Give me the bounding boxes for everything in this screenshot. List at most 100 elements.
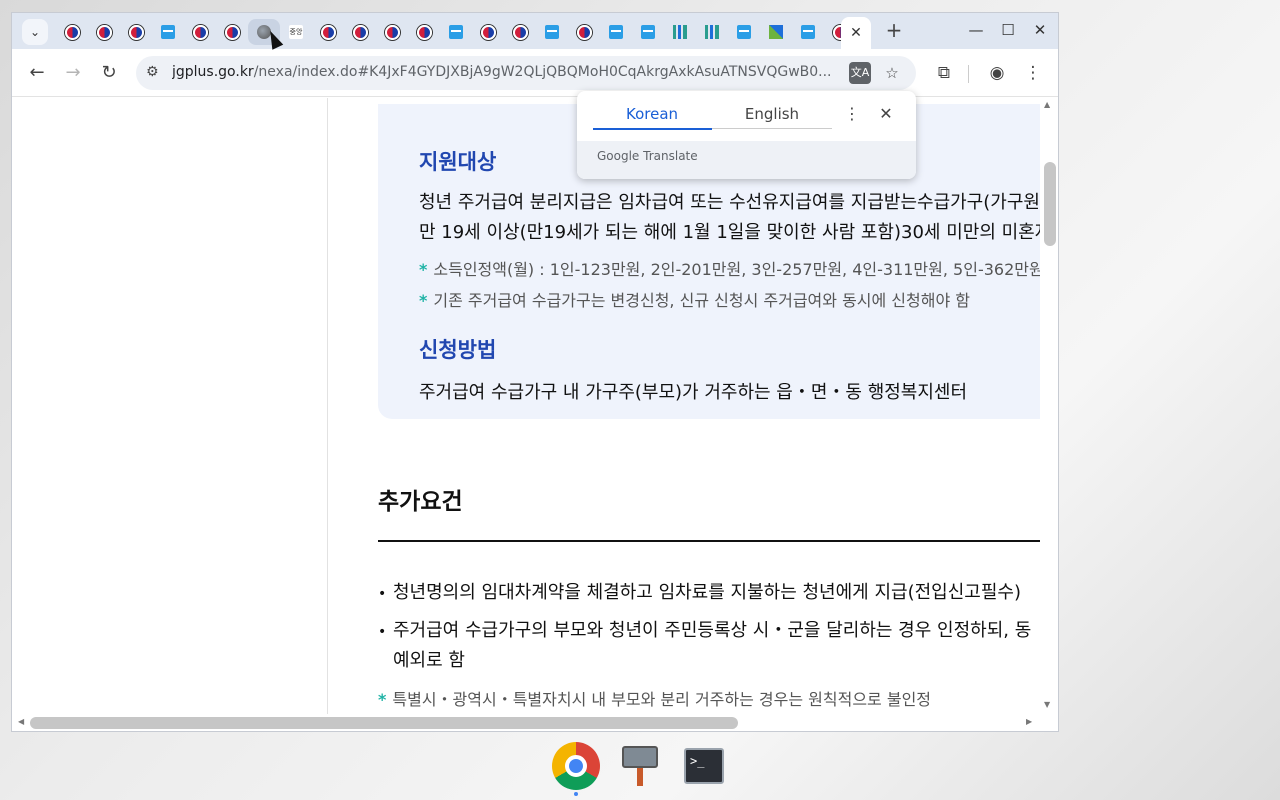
browser-toolbar: ← → ↻ ⚙ jgplus.go.kr/nexa/index.do#K4JxF… bbox=[12, 49, 1058, 97]
menu-kebab-icon[interactable]: ⋮ bbox=[1021, 61, 1045, 85]
toolbar-separator bbox=[968, 65, 969, 83]
support-target-line1: 청년 주거급여 분리지급은 임차급여 또는 수선유지급여를 지급받는수급가구(가… bbox=[419, 192, 1040, 213]
taskbar-signpost-app[interactable] bbox=[612, 738, 668, 794]
tab-2[interactable] bbox=[120, 19, 152, 45]
url-text[interactable]: jgplus.go.kr/nexa/index.do#K4JxF4GYDJXBj… bbox=[172, 64, 842, 80]
scroll-right-arrow-icon[interactable]: ▶ bbox=[1026, 717, 1032, 726]
kr-favicon-icon bbox=[576, 24, 592, 40]
extra-bullet-2: • 주거급여 수급가구의 부모와 청년이 주민등록상 시・군을 달리하는 경우 인… bbox=[378, 620, 1032, 641]
taskbar-chrome[interactable] bbox=[548, 738, 604, 796]
taskbar: >_ bbox=[548, 738, 732, 798]
tab-3[interactable] bbox=[152, 19, 184, 45]
tab-4[interactable] bbox=[184, 19, 216, 45]
taskbar-terminal[interactable]: >_ bbox=[676, 738, 732, 794]
asterisk-icon: * bbox=[419, 260, 428, 279]
bars-favicon-icon bbox=[705, 25, 719, 39]
asterisk-icon: * bbox=[419, 291, 428, 310]
tab-10[interactable] bbox=[376, 19, 408, 45]
horizontal-scroll-thumb[interactable] bbox=[30, 717, 738, 729]
kr-favicon-icon bbox=[192, 24, 208, 40]
horizontal-scrollbar[interactable]: ◀ ▶ bbox=[12, 714, 1040, 731]
scroll-up-arrow-icon[interactable]: ▲ bbox=[1044, 100, 1050, 109]
tab-strip: ⌄ 중앙 ✕ + — ☐ ✕ bbox=[12, 13, 1058, 49]
google-translate-brand: Google Translate bbox=[597, 149, 698, 163]
reload-button[interactable]: ↻ bbox=[97, 61, 121, 85]
address-bar[interactable]: ⚙ jgplus.go.kr/nexa/index.do#K4JxF4GYDJX… bbox=[136, 56, 916, 90]
maximize-button[interactable]: ☐ bbox=[996, 21, 1020, 39]
kr-favicon-icon bbox=[352, 24, 368, 40]
tab-19[interactable] bbox=[664, 19, 696, 45]
close-tab-icon[interactable]: ✕ bbox=[850, 25, 862, 41]
tab-15[interactable] bbox=[536, 19, 568, 45]
terminal-icon: >_ bbox=[684, 748, 724, 784]
book-favicon-icon bbox=[545, 25, 559, 39]
book-favicon-icon bbox=[641, 25, 655, 39]
book-favicon-icon bbox=[161, 25, 175, 39]
bookmark-star-icon[interactable]: ☆ bbox=[881, 62, 903, 84]
running-indicator bbox=[574, 792, 578, 796]
page-viewport: 지원대상 청년 주거급여 분리지급은 임차급여 또는 수선유지급여를 지급받는수… bbox=[12, 98, 1040, 714]
sidebar-divider bbox=[327, 98, 328, 714]
tab-list: 중앙 bbox=[56, 19, 856, 45]
new-tab-button[interactable]: + bbox=[882, 19, 906, 43]
forward-button[interactable]: → bbox=[61, 61, 85, 85]
close-icon[interactable]: ✕ bbox=[876, 104, 896, 123]
support-target-heading: 지원대상 bbox=[419, 150, 497, 174]
kr-favicon-icon bbox=[96, 24, 112, 40]
support-target-line2: 만 19세 이상(만19세가 되는 해에 1월 1일을 맞이한 사람 포함)30… bbox=[419, 222, 1040, 243]
asterisk-icon: * bbox=[378, 690, 387, 709]
extra-note: * 특별시・광역시・특별자치시 내 부모와 분리 거주하는 경우는 원칙적으로 불… bbox=[378, 690, 932, 709]
tab-5[interactable] bbox=[216, 19, 248, 45]
kr-favicon-icon bbox=[384, 24, 400, 40]
scroll-left-arrow-icon[interactable]: ◀ bbox=[18, 717, 24, 726]
profile-icon[interactable]: ◉ bbox=[985, 61, 1009, 85]
tab-1[interactable] bbox=[88, 19, 120, 45]
inactive-tab-underline bbox=[712, 128, 832, 129]
apply-method-text: 주거급여 수급가구 내 가구주(부모)가 거주하는 읍・면・동 행정복지센터 bbox=[419, 382, 968, 403]
signpost-icon bbox=[622, 746, 658, 786]
source-language-tab[interactable]: Korean bbox=[593, 105, 711, 123]
tab-13[interactable] bbox=[472, 19, 504, 45]
target-language-tab[interactable]: English bbox=[713, 105, 831, 123]
tab-12[interactable] bbox=[440, 19, 472, 45]
vertical-scroll-thumb[interactable] bbox=[1044, 162, 1056, 246]
tab-search-button[interactable]: ⌄ bbox=[22, 19, 48, 45]
book-favicon-icon bbox=[737, 25, 751, 39]
tab-18[interactable] bbox=[632, 19, 664, 45]
existing-recipient-note: * 기존 주거급여 수급가구는 변경신청, 신규 신청시 주거급여와 동시에 신청… bbox=[419, 291, 970, 310]
extra-bullet-1: • 청년명의의 임대차계약을 체결하고 임차료를 지불하는 청년에게 지급(전입신… bbox=[378, 582, 1021, 603]
kr-favicon-icon bbox=[64, 24, 80, 40]
tab-23[interactable] bbox=[792, 19, 824, 45]
minimize-button[interactable]: — bbox=[964, 21, 988, 39]
kr-favicon-icon bbox=[480, 24, 496, 40]
extra-bullet-2-cont: 예외로 함 bbox=[393, 650, 465, 671]
back-button[interactable]: ← bbox=[25, 61, 49, 85]
tab-16[interactable] bbox=[568, 19, 600, 45]
tab-17[interactable] bbox=[600, 19, 632, 45]
chevron-down-icon: ⌄ bbox=[29, 25, 41, 39]
scroll-down-arrow-icon[interactable]: ▼ bbox=[1044, 700, 1050, 709]
active-tab-underline bbox=[593, 128, 712, 130]
gov-favicon-icon: 중앙 bbox=[289, 25, 303, 39]
chrome-icon bbox=[552, 742, 600, 790]
tab-14[interactable] bbox=[504, 19, 536, 45]
more-options-icon[interactable]: ⋮ bbox=[842, 104, 862, 123]
income-note: * 소득인정액(월) : 1인-123만원, 2인-201만원, 3인-257만원… bbox=[419, 260, 1040, 279]
vertical-scrollbar[interactable]: ▲ ▼ bbox=[1040, 98, 1058, 714]
extra-requirements-heading: 추가요건 bbox=[378, 489, 463, 515]
tab-11[interactable] bbox=[408, 19, 440, 45]
tab-22[interactable] bbox=[760, 19, 792, 45]
translate-icon[interactable]: 文A bbox=[849, 62, 871, 84]
close-window-button[interactable]: ✕ bbox=[1028, 21, 1052, 39]
active-tab[interactable]: ✕ bbox=[841, 17, 871, 49]
kr-favicon-icon bbox=[320, 24, 336, 40]
tab-21[interactable] bbox=[728, 19, 760, 45]
tab-0[interactable] bbox=[56, 19, 88, 45]
apply-method-heading: 신청방법 bbox=[419, 338, 497, 362]
site-info-icon[interactable]: ⚙ bbox=[146, 64, 159, 80]
tab-7[interactable]: 중앙 bbox=[280, 19, 312, 45]
extensions-icon[interactable]: ⧉ bbox=[932, 61, 956, 85]
tab-8[interactable] bbox=[312, 19, 344, 45]
tab-20[interactable] bbox=[696, 19, 728, 45]
tab-9[interactable] bbox=[344, 19, 376, 45]
